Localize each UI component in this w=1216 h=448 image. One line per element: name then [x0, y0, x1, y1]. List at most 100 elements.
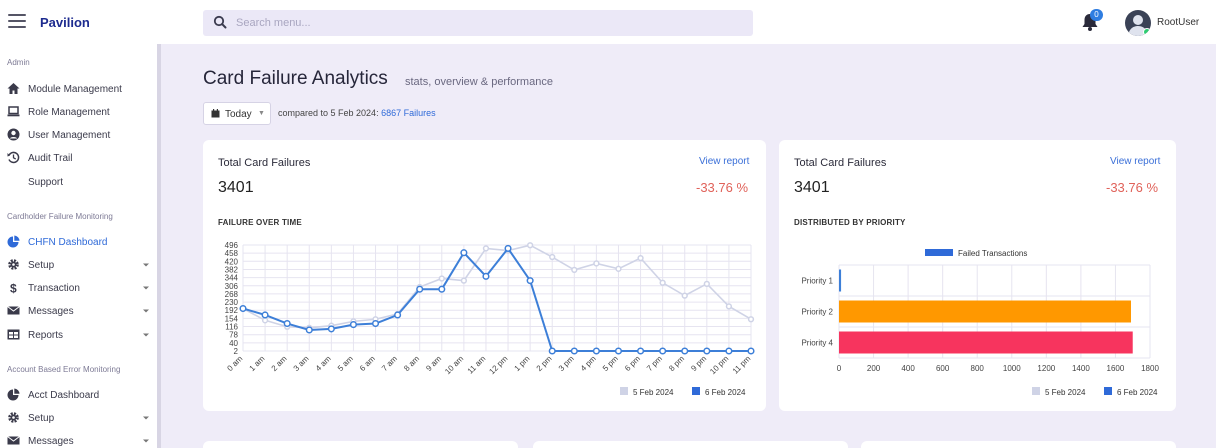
sidebar-item-acct-dashboard[interactable]: Acct Dashboard	[7, 387, 153, 405]
legend-label: Failed Transactions	[958, 249, 1027, 258]
search-box[interactable]	[203, 10, 753, 36]
sidebar-item-label: CHFN Dashboard	[28, 237, 108, 248]
y-tick-label: 382	[225, 265, 239, 274]
laptop-icon	[7, 106, 20, 117]
notification-badge: 0	[1090, 9, 1103, 21]
y-tick-label: Priority 4	[801, 339, 833, 348]
x-tick-label: 5 pm	[601, 354, 620, 373]
legend-label: 6 Feb 2024	[705, 388, 746, 397]
sidebar-item-transaction[interactable]: $ Transaction	[7, 280, 153, 298]
legend-swatch	[620, 387, 628, 395]
sidebar-item-label: Setup	[28, 260, 55, 271]
data-point	[637, 347, 645, 355]
x-tick-label: 1200	[1037, 364, 1055, 373]
series-line	[242, 246, 751, 352]
data-point	[571, 266, 578, 274]
x-tick-label: 1400	[1072, 364, 1090, 373]
pie-chart-icon	[7, 235, 20, 248]
y-tick-label: 496	[225, 241, 239, 250]
x-tick-label: 200	[867, 364, 881, 373]
date-range-button[interactable]: Today ▼	[203, 102, 271, 125]
legend-swatch	[1104, 387, 1112, 395]
data-point	[371, 319, 380, 328]
menu-toggle-icon[interactable]	[8, 14, 26, 28]
data-point	[747, 316, 755, 323]
data-point	[239, 304, 247, 313]
x-tick-label: 0 am	[225, 354, 244, 373]
x-tick-label: 3 am	[292, 354, 311, 373]
y-tick-label: 192	[225, 306, 239, 315]
data-point	[659, 347, 667, 355]
x-tick-label: 11 pm	[731, 354, 753, 376]
x-tick-label: 800	[971, 364, 985, 373]
bar	[839, 331, 1133, 354]
y-tick-label: 230	[225, 298, 239, 307]
data-point	[725, 303, 733, 310]
data-point	[394, 311, 402, 319]
data-point	[659, 279, 666, 286]
comparison-prefix: compared to 5 Feb 2024:	[278, 108, 379, 118]
bottom-card	[861, 441, 1176, 448]
sidebar-section-title: Cardholder Failure Monitoring	[7, 212, 113, 221]
sidebar-item-label: User Management	[28, 130, 111, 141]
sidebar-item-setup[interactable]: Setup	[7, 257, 153, 275]
sidebar-item-user-management[interactable]: User Management	[7, 127, 153, 145]
brand-logo[interactable]: Pavilion	[40, 15, 90, 30]
sidebar-item-module-management[interactable]: Module Management	[7, 81, 153, 99]
sidebar-item-audit-trail[interactable]: Audit Trail	[7, 150, 153, 168]
chevron-down-icon	[143, 333, 149, 337]
y-tick-label: 78	[229, 331, 238, 340]
sidebar-item-reports[interactable]: Reports	[7, 327, 153, 345]
sidebar-item-messages[interactable]: Messages	[7, 433, 153, 448]
data-point	[703, 347, 711, 355]
sidebar-item-label: Reports	[28, 330, 64, 341]
sidebar: Admin Module Management Role Management …	[0, 44, 161, 448]
sidebar-item-chfn-dashboard[interactable]: CHFN Dashboard	[7, 234, 153, 252]
username[interactable]: RootUser	[1157, 17, 1199, 28]
sidebar-item-label: Audit Trail	[28, 153, 73, 164]
x-tick-label: 1 am	[248, 354, 267, 373]
chevron-down-icon	[143, 309, 149, 313]
failure-over-time-chart: 240781161541922302683063443824204584960 …	[225, 241, 755, 397]
chevron-down-icon	[143, 416, 149, 420]
data-point	[283, 319, 291, 328]
legend-swatch	[692, 387, 700, 395]
chevron-down-icon	[143, 286, 149, 290]
data-point	[614, 347, 623, 355]
data-point	[681, 292, 688, 299]
svg-text:$: $	[10, 282, 17, 295]
y-tick-label: 458	[225, 249, 239, 258]
sidebar-item-role-management[interactable]: Role Management	[7, 104, 153, 122]
comparison-value[interactable]: 6867 Failures	[381, 108, 436, 118]
x-tick-label: 600	[936, 364, 950, 373]
y-tick-label: 154	[225, 314, 239, 323]
data-point	[416, 285, 424, 293]
x-tick-label: 7 pm	[645, 354, 664, 373]
sidebar-item-messages[interactable]: Messages	[7, 303, 153, 321]
x-tick-label: 1600	[1107, 364, 1125, 373]
data-point	[482, 245, 490, 252]
sidebar-item-setup[interactable]: Setup	[7, 410, 153, 428]
data-point	[327, 325, 335, 333]
page-subtitle: stats, overview & performance	[405, 76, 553, 88]
home-icon	[7, 83, 20, 94]
page-title: Card Failure Analytics	[203, 68, 388, 89]
date-range-label: Today	[225, 109, 252, 120]
avatar[interactable]	[1125, 10, 1151, 36]
legend-label: 5 Feb 2024	[633, 388, 674, 397]
gear-icon	[8, 412, 19, 423]
data-point	[725, 347, 733, 355]
envelope-icon	[7, 306, 20, 315]
x-tick-label: 10 pm	[708, 354, 730, 376]
sidebar-item-support[interactable]: Support	[7, 174, 153, 192]
data-point	[460, 277, 468, 284]
data-point	[349, 321, 357, 329]
data-point	[681, 347, 689, 355]
x-tick-label: 6 pm	[623, 354, 642, 373]
y-tick-label: 268	[225, 290, 239, 299]
data-point	[549, 253, 556, 261]
x-tick-label: 400	[901, 364, 915, 373]
comparison-text: compared to 5 Feb 2024: 6867 Failures	[278, 108, 436, 118]
sidebar-section-title: Account Based Error Monitoring	[7, 365, 121, 374]
search-input[interactable]	[236, 14, 736, 32]
